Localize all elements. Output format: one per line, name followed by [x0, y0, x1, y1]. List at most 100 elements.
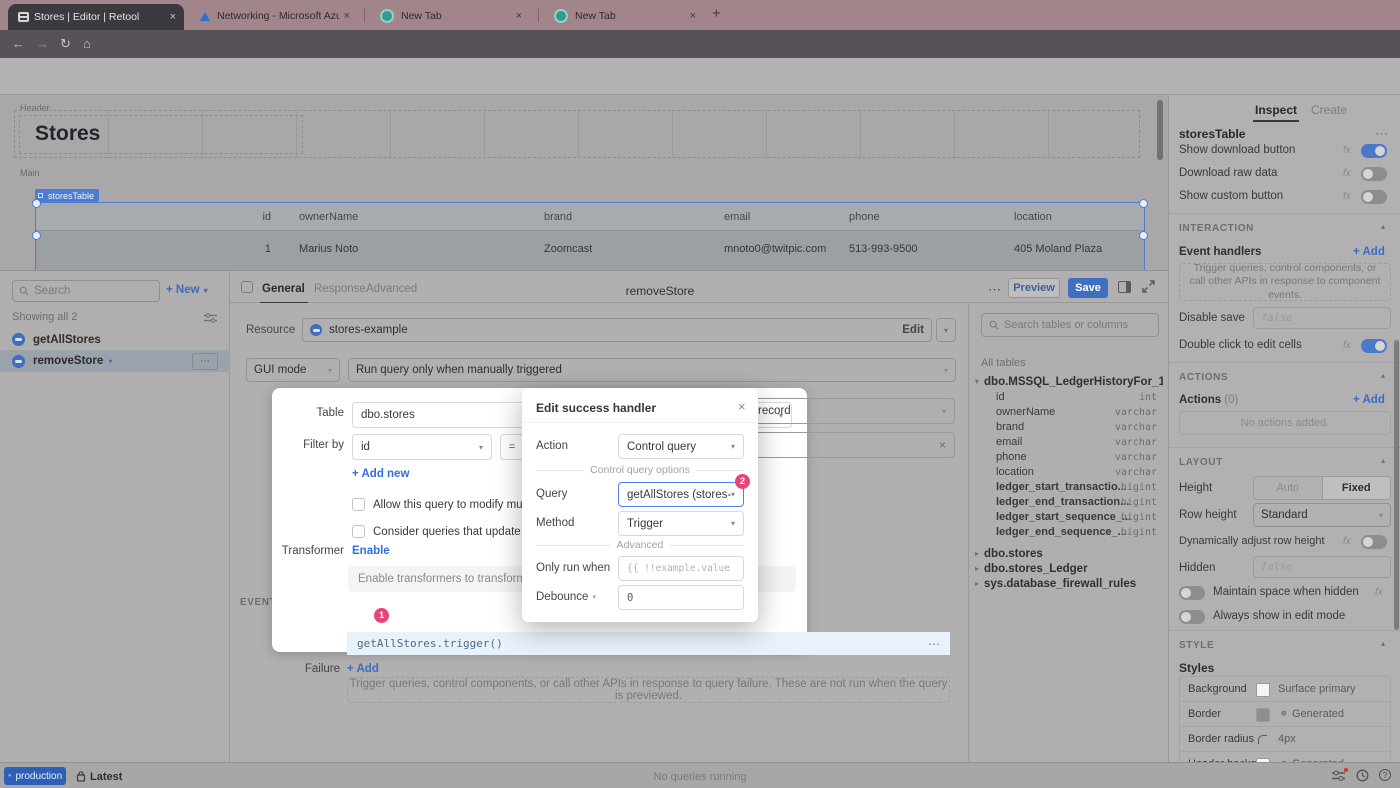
- query-list-item-selected[interactable]: removeStore ● ⋯: [0, 350, 230, 372]
- height-fixed-option[interactable]: Fixed: [1322, 477, 1391, 499]
- resize-handle[interactable]: [1139, 199, 1148, 208]
- add-event-handler-button[interactable]: + Add: [1353, 246, 1385, 258]
- show-custom-toggle[interactable]: [1361, 190, 1387, 204]
- hidden-input[interactable]: false: [1253, 556, 1391, 578]
- fx-icon[interactable]: fx: [1343, 340, 1351, 351]
- debounce-label[interactable]: Debounce▾: [536, 591, 596, 603]
- component-more-icon[interactable]: ⋯: [1375, 126, 1388, 142]
- add-action-button[interactable]: + Add: [1353, 394, 1385, 406]
- tab-general[interactable]: General: [262, 283, 305, 295]
- method-select[interactable]: Trigger▾: [618, 511, 744, 536]
- panel-collapse-icon[interactable]: [241, 281, 253, 293]
- handler-more-icon[interactable]: ⋯: [928, 637, 940, 651]
- new-query-button[interactable]: + New▾: [166, 284, 208, 296]
- history-icon[interactable]: [1356, 769, 1369, 782]
- fx-icon[interactable]: fx: [1343, 168, 1351, 179]
- query-list-item[interactable]: getAllStores: [0, 329, 230, 350]
- field-name[interactable]: ledger_start_transactio...: [996, 481, 1127, 493]
- column-header[interactable]: brand: [544, 211, 572, 223]
- inspector-scrollbar[interactable]: [1394, 340, 1399, 630]
- schema-table-collapsed[interactable]: ▸dbo.stores_Ledger: [975, 561, 1088, 576]
- table-row[interactable]: 1 Marius Noto Zoomcast mnoto0@twitpic.co…: [36, 231, 1144, 270]
- query-preview-button[interactable]: Preview: [1008, 278, 1060, 298]
- query-more-button[interactable]: ⋯: [192, 353, 218, 370]
- reload-icon[interactable]: ↻: [60, 36, 71, 52]
- browser-tab[interactable]: Networking - Microsoft Azure ×: [192, 4, 358, 28]
- canvas-scrollbar[interactable]: [1157, 100, 1163, 160]
- table-component-tag[interactable]: storesTable: [35, 189, 99, 202]
- version-label[interactable]: Latest: [90, 771, 122, 783]
- filter-field-select[interactable]: id▾: [352, 434, 492, 460]
- height-auto-option[interactable]: Auto: [1254, 482, 1322, 494]
- resize-handle[interactable]: [1139, 231, 1148, 240]
- failure-add-button[interactable]: + Add: [347, 663, 379, 675]
- help-icon[interactable]: ?: [1379, 769, 1391, 781]
- side-panel-icon[interactable]: [1118, 281, 1131, 293]
- collapse-icon[interactable]: ▴: [1381, 371, 1385, 380]
- field-name[interactable]: ledger_end_sequence_...: [996, 526, 1127, 538]
- dbl-click-toggle[interactable]: [1361, 339, 1387, 353]
- style-row-border[interactable]: Border Generated: [1180, 702, 1390, 727]
- debug-tools-icon[interactable]: [1332, 770, 1345, 782]
- action-select[interactable]: Control query▾: [618, 434, 744, 459]
- disable-save-input[interactable]: false: [1253, 307, 1391, 329]
- collapse-icon[interactable]: ▴: [1381, 456, 1385, 465]
- schema-table-collapsed[interactable]: ▸sys.database_firewall_rules: [975, 576, 1136, 591]
- back-icon[interactable]: ←: [12, 36, 25, 51]
- modal-close-icon[interactable]: ×: [738, 399, 746, 414]
- canvas[interactable]: Header Stores Main storesTable id ownerN…: [0, 95, 1168, 270]
- gui-mode-select[interactable]: GUI mode▾: [246, 358, 340, 382]
- filter-icon[interactable]: [204, 313, 217, 323]
- field-name[interactable]: brand: [996, 421, 1024, 433]
- fx-icon[interactable]: fx: [1375, 587, 1383, 598]
- maintain-space-toggle[interactable]: [1179, 586, 1205, 600]
- resource-chevron-button[interactable]: ▾: [936, 318, 956, 342]
- field-name[interactable]: location: [996, 466, 1034, 478]
- editor-more-icon[interactable]: ⋯: [988, 282, 1001, 298]
- fx-icon[interactable]: fx: [1343, 536, 1351, 547]
- remove-filter-icon[interactable]: ×: [939, 438, 946, 452]
- run-mode-select[interactable]: Run query only when manually triggered▾: [348, 358, 956, 382]
- home-icon[interactable]: ⌂: [83, 36, 91, 51]
- tab-response[interactable]: Response: [314, 283, 366, 295]
- header-frame[interactable]: Stores: [14, 110, 1140, 158]
- resize-handle[interactable]: [32, 231, 41, 240]
- collapse-icon[interactable]: ▴: [1381, 639, 1385, 648]
- column-header[interactable]: phone: [849, 211, 880, 223]
- style-row-border-radius[interactable]: Border radius 4px: [1180, 727, 1390, 752]
- show-download-toggle[interactable]: [1361, 144, 1387, 158]
- fx-icon[interactable]: fx: [1343, 191, 1351, 202]
- expand-icon[interactable]: [1142, 280, 1155, 293]
- query-select[interactable]: getAllStores (stores-ex...▾: [618, 482, 744, 507]
- field-name[interactable]: ownerName: [996, 406, 1055, 418]
- column-header[interactable]: location: [1014, 211, 1052, 223]
- checkbox-multiple-rows[interactable]: [352, 498, 365, 511]
- debounce-input[interactable]: 0: [618, 585, 744, 610]
- tab-advanced[interactable]: Advanced: [366, 283, 417, 295]
- schema-search-input[interactable]: Search tables or columns: [981, 313, 1159, 337]
- resource-select[interactable]: stores-example Edit: [302, 318, 932, 342]
- browser-tab[interactable]: New Tab ×: [372, 4, 530, 28]
- success-handler-chip[interactable]: getAllStores.trigger() ⋯: [347, 632, 950, 655]
- style-row-background[interactable]: Background Surface primary: [1180, 677, 1390, 702]
- tab-close-icon[interactable]: ×: [170, 11, 176, 23]
- stores-table-component[interactable]: id ownerName brand email phone location …: [35, 202, 1145, 270]
- resource-edit-button[interactable]: Edit: [902, 324, 924, 336]
- forward-icon[interactable]: →: [36, 36, 49, 51]
- always-show-toggle[interactable]: [1179, 610, 1205, 624]
- download-raw-toggle[interactable]: [1361, 167, 1387, 181]
- add-filter-button[interactable]: + Add new: [352, 468, 409, 480]
- schema-table-expanded[interactable]: ▾ dbo.MSSQL_LedgerHistoryFor_15255...: [975, 374, 1163, 389]
- field-name[interactable]: ledger_end_transaction...: [996, 496, 1129, 508]
- field-name[interactable]: phone: [996, 451, 1027, 463]
- tab-inspect[interactable]: Inspect: [1255, 103, 1297, 117]
- new-tab-button[interactable]: +: [712, 5, 721, 22]
- only-run-when-input[interactable]: {{ !!example.value }}: [618, 556, 744, 581]
- filter-operator-select[interactable]: =: [500, 434, 524, 460]
- tab-close-icon[interactable]: ×: [344, 10, 350, 22]
- tab-close-icon[interactable]: ×: [690, 10, 696, 22]
- field-name[interactable]: ledger_start_sequence_...: [996, 511, 1131, 523]
- collapse-icon[interactable]: ▴: [1381, 222, 1385, 231]
- tab-create[interactable]: Create: [1311, 103, 1347, 117]
- row-height-select[interactable]: Standard▾: [1253, 503, 1391, 527]
